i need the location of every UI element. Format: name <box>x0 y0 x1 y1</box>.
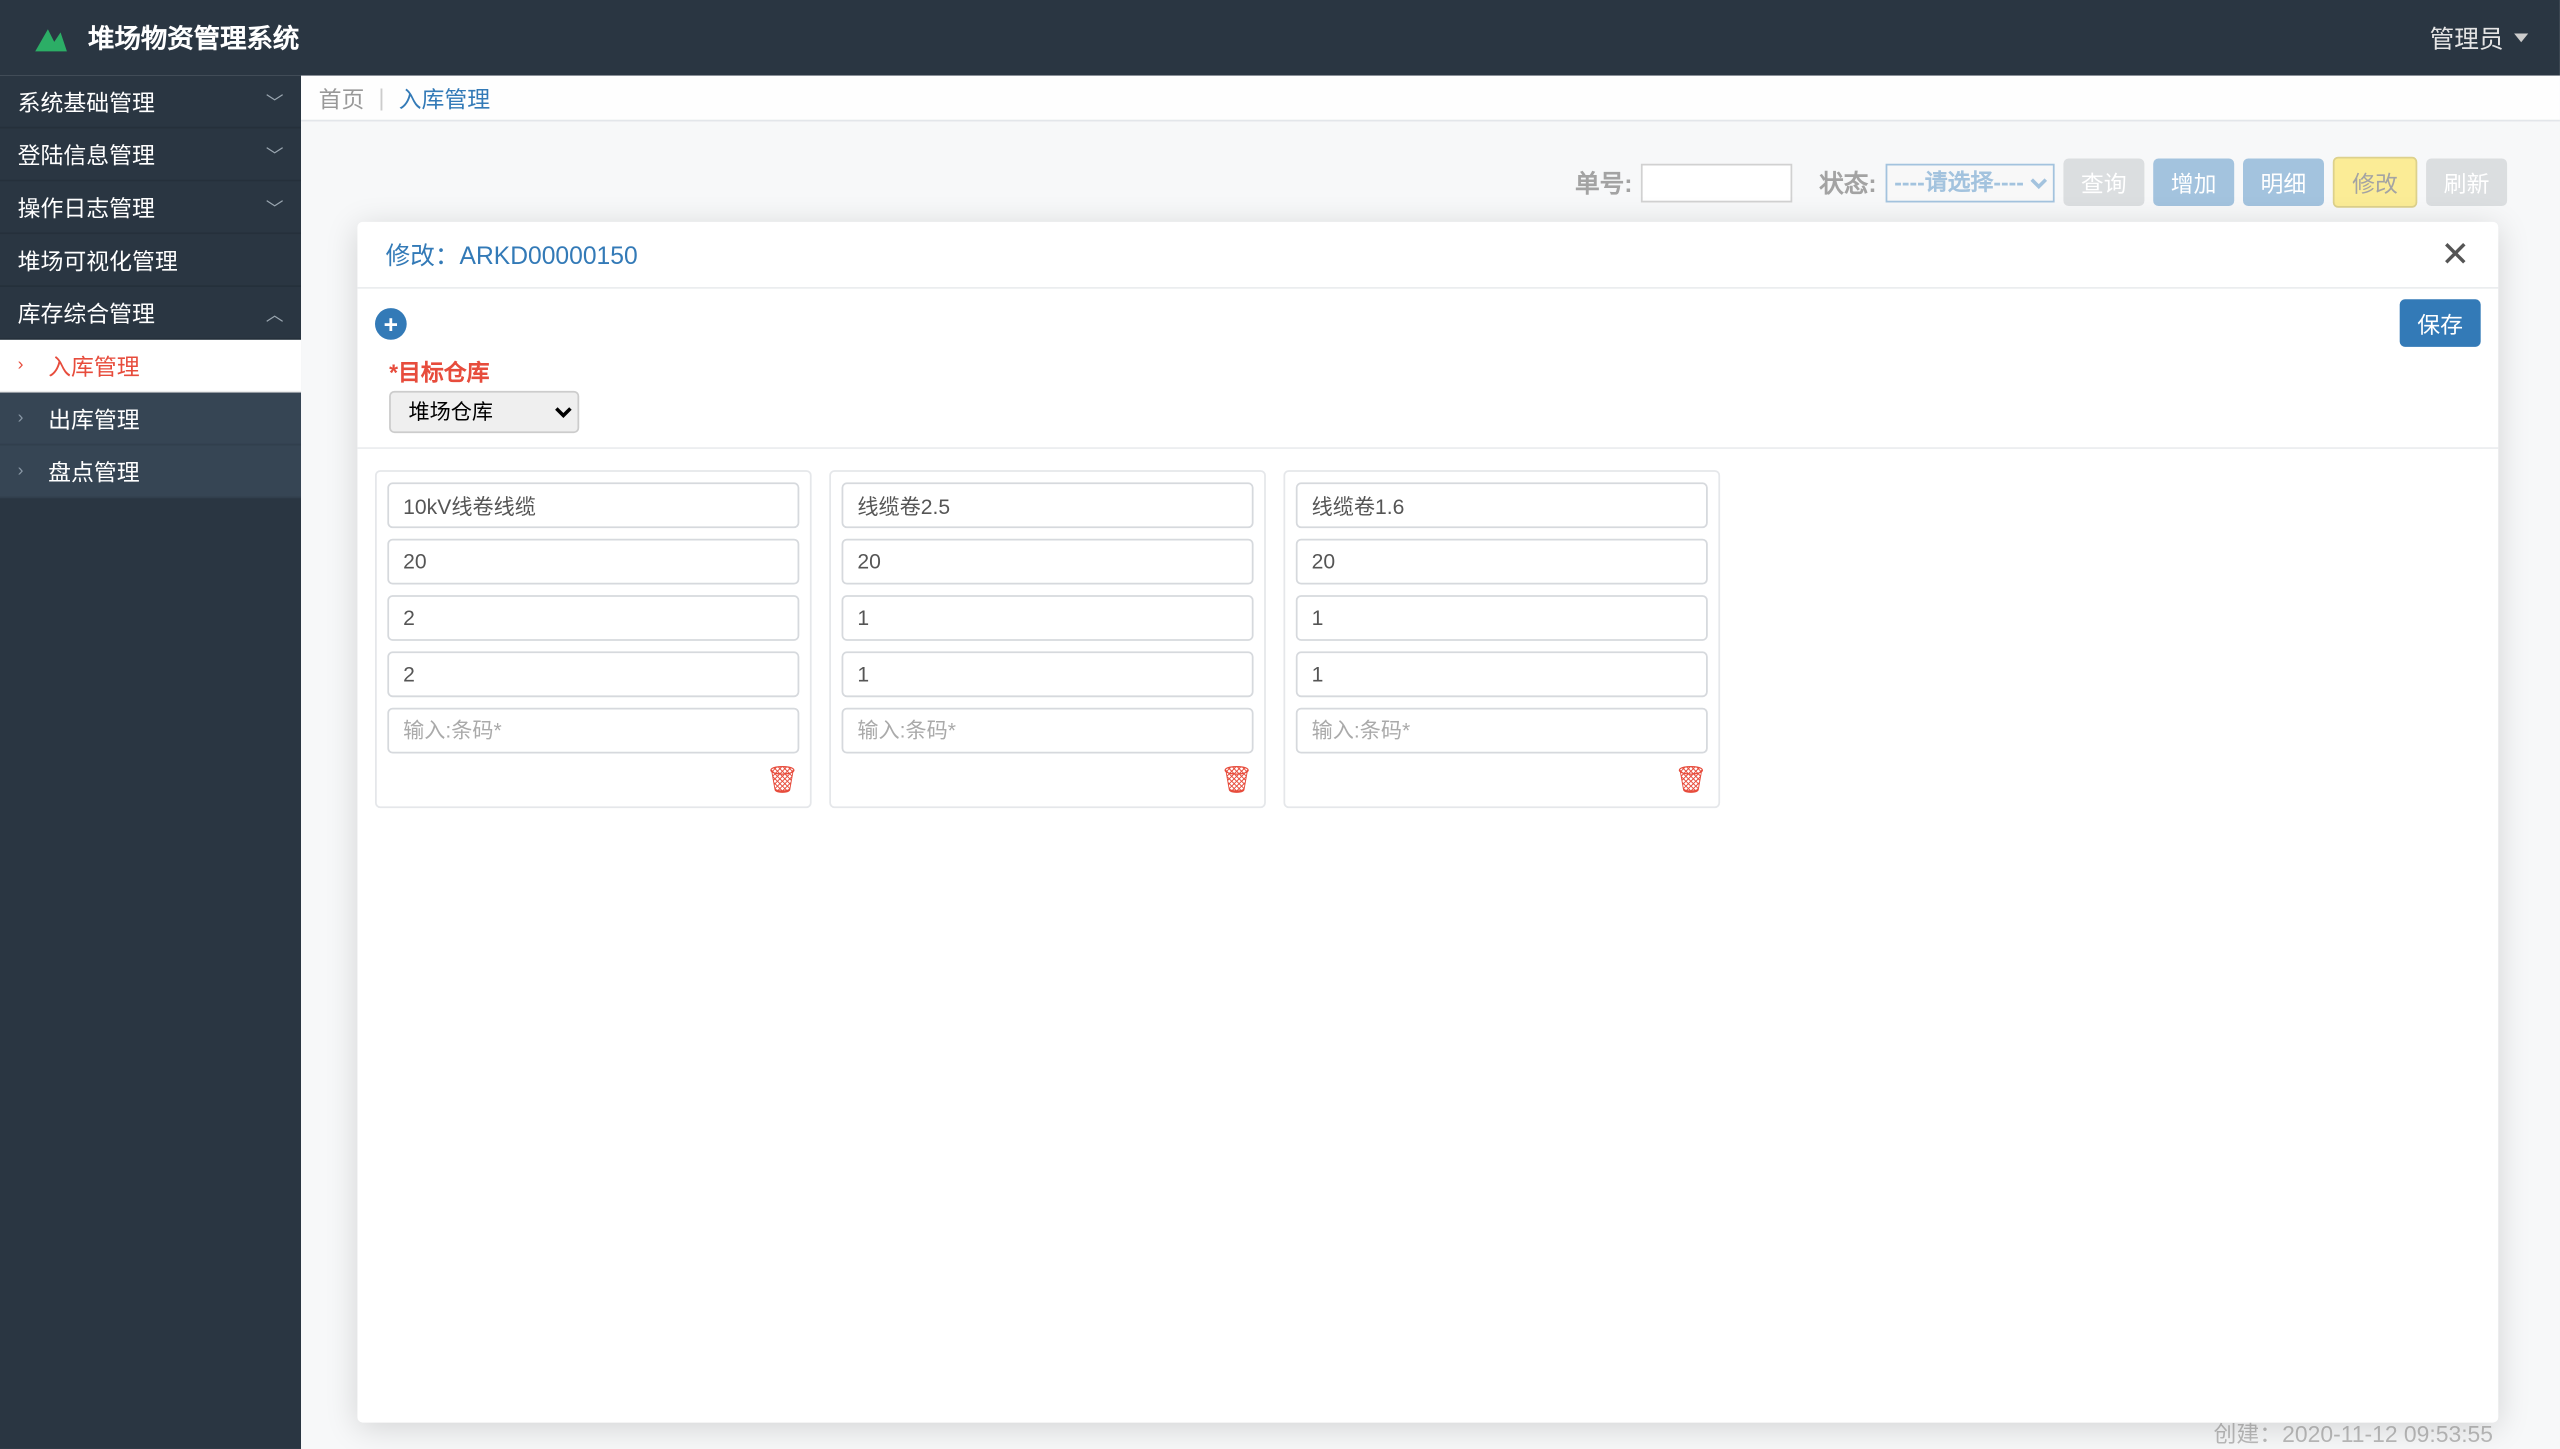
sidebar-item-login[interactable]: 登陆信息管理 ﹀ <box>0 129 301 182</box>
sidebar-item-label: 库存综合管理 <box>18 296 155 329</box>
user-label: 管理员 <box>2430 20 2504 55</box>
sidebar-sub-inbound[interactable]: › 入库管理 <box>0 340 301 393</box>
add-row-button[interactable]: + <box>375 307 407 339</box>
target-warehouse-section: *目标仓库 堆场仓库 <box>357 347 2498 449</box>
modal-title: 修改：ARKD00000150 <box>386 237 638 272</box>
item-name-input[interactable] <box>387 482 799 528</box>
item-field-3[interactable] <box>1296 651 1708 697</box>
item-name-input[interactable] <box>1296 482 1708 528</box>
top-header: 堆场物资管理系统 管理员 <box>0 0 2560 76</box>
item-card: 🗑 <box>829 470 1266 808</box>
item-barcode-input[interactable] <box>1296 708 1708 754</box>
item-barcode-input[interactable] <box>387 708 799 754</box>
item-field-2[interactable] <box>842 595 1254 641</box>
trash-icon[interactable]: 🗑 <box>1674 764 1708 796</box>
brand: 堆场物资管理系统 <box>32 19 300 56</box>
item-field-3[interactable] <box>842 651 1254 697</box>
breadcrumb-home[interactable]: 首页 <box>319 81 365 114</box>
chevron-down-icon: ﹀ <box>266 141 284 167</box>
sidebar-item-visual[interactable]: 堆场可视化管理 <box>0 234 301 287</box>
chevron-right-icon: › <box>18 356 24 375</box>
sidebar-item-system[interactable]: 系统基础管理 ﹀ <box>0 76 301 129</box>
breadcrumb-sep: | <box>379 85 385 111</box>
modal-header: 修改：ARKD00000150 ✕ <box>357 222 2498 289</box>
logo-icon <box>32 22 71 54</box>
edit-modal: 修改：ARKD00000150 ✕ + 保存 *目标仓库 堆场仓库 <box>357 222 2498 1423</box>
modal-toolbar: + 保存 <box>357 289 2498 347</box>
sidebar-sub-label: 盘点管理 <box>48 454 140 487</box>
trash-icon[interactable]: 🗑 <box>766 764 800 796</box>
sidebar-item-label: 系统基础管理 <box>18 85 155 118</box>
app-title: 堆场物资管理系统 <box>88 19 299 56</box>
sidebar-item-label: 堆场可视化管理 <box>18 243 178 276</box>
content: 单号: 状态: ----请选择---- 查询 增加 明细 修改 刷新 创建：20… <box>301 121 2560 1448</box>
item-field-2[interactable] <box>1296 595 1708 641</box>
breadcrumb: 首页 | 入库管理 <box>301 76 2560 122</box>
sidebar-sub-label: 入库管理 <box>48 349 140 382</box>
user-menu[interactable]: 管理员 <box>2430 20 2529 55</box>
item-field-1[interactable] <box>842 539 1254 585</box>
sidebar-sub-outbound[interactable]: › 出库管理 <box>0 393 301 446</box>
sidebar-item-label: 操作日志管理 <box>18 190 155 223</box>
item-field-3[interactable] <box>387 651 799 697</box>
target-warehouse-label: *目标仓库 <box>389 354 2467 387</box>
item-field-2[interactable] <box>387 595 799 641</box>
item-field-1[interactable] <box>387 539 799 585</box>
sidebar-item-inventory[interactable]: 库存综合管理 ︿ <box>0 287 301 340</box>
sidebar-item-logs[interactable]: 操作日志管理 ﹀ <box>0 181 301 234</box>
chevron-down-icon: ﹀ <box>266 194 284 220</box>
close-icon[interactable]: ✕ <box>2441 237 2471 272</box>
item-card: 🗑 <box>1283 470 1720 808</box>
target-warehouse-select[interactable]: 堆场仓库 <box>389 391 579 433</box>
trash-icon[interactable]: 🗑 <box>1220 764 1254 796</box>
chevron-down-icon: ﹀ <box>266 88 284 114</box>
chevron-right-icon: › <box>18 408 24 427</box>
chevron-right-icon: › <box>18 461 24 480</box>
main-area: 首页 | 入库管理 单号: 状态: ----请选择---- 查询 增加 明细 修… <box>301 76 2560 1449</box>
breadcrumb-current[interactable]: 入库管理 <box>399 81 491 114</box>
chevron-up-icon: ︿ <box>266 299 284 325</box>
save-button[interactable]: 保存 <box>2400 299 2481 347</box>
item-barcode-input[interactable] <box>842 708 1254 754</box>
sidebar-sub-label: 出库管理 <box>48 401 140 434</box>
item-name-input[interactable] <box>842 482 1254 528</box>
sidebar-item-label: 登陆信息管理 <box>18 137 155 170</box>
item-card: 🗑 <box>375 470 812 808</box>
cards-row: 🗑 🗑 <box>357 449 2498 829</box>
sidebar: 系统基础管理 ﹀ 登陆信息管理 ﹀ 操作日志管理 ﹀ 堆场可视化管理 库存综合管… <box>0 76 301 1449</box>
sidebar-sub-stocktake[interactable]: › 盘点管理 <box>0 445 301 498</box>
item-field-1[interactable] <box>1296 539 1708 585</box>
caret-down-icon <box>2514 33 2528 42</box>
